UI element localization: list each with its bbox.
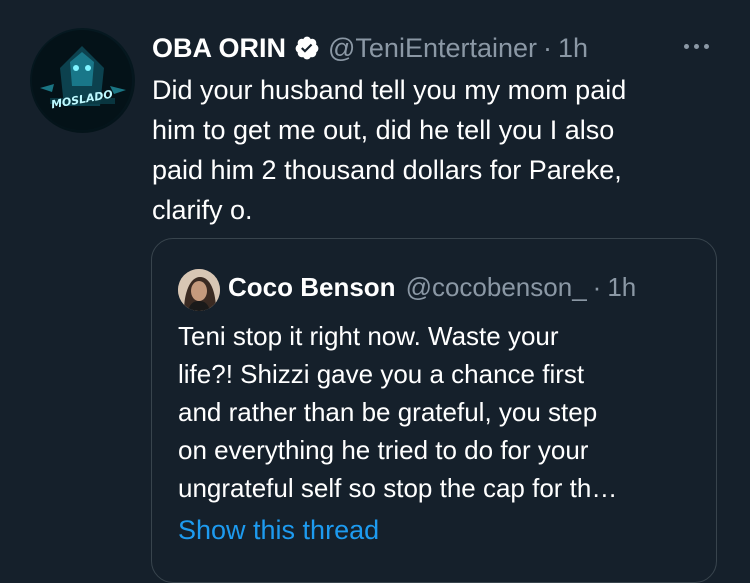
- quoted-author-avatar[interactable]: [178, 269, 220, 311]
- more-dot: [693, 43, 699, 49]
- tweet-text-line: clarify o.: [152, 195, 253, 225]
- tweet-text-line: him to get me out, did he tell you I als…: [152, 115, 615, 145]
- quoted-text-line: on everything he tried to do for your: [178, 435, 589, 465]
- quoted-author-handle[interactable]: @cocobenson_: [406, 272, 587, 303]
- avatar-artwork-icon: MOSLADO: [32, 30, 132, 130]
- quoted-tweet-header: Coco Benson @cocobenson_ · 1h: [228, 269, 636, 305]
- separator-dot: ·: [592, 271, 602, 302]
- author-avatar[interactable]: MOSLADO: [30, 28, 135, 133]
- more-dot: [703, 43, 709, 49]
- tweet-text-line: paid him 2 thousand dollars for Pareke,: [152, 155, 622, 185]
- tweet-text-line: Did your husband tell you my mom paid: [152, 75, 627, 105]
- tweet-timestamp[interactable]: 1h: [558, 33, 588, 64]
- quoted-text-line: Teni stop it right now. Waste your: [178, 321, 559, 351]
- author-handle[interactable]: @TeniEntertainer: [328, 33, 537, 64]
- tweet-header: OBA ORIN @TeniEntertainer · 1h: [152, 30, 588, 66]
- quoted-tweet-card[interactable]: Coco Benson @cocobenson_ · 1h Teni stop …: [151, 238, 717, 583]
- quoted-author-display-name[interactable]: Coco Benson: [228, 272, 396, 303]
- tweet[interactable]: MOSLADO OBA ORIN @TeniEntertainer · 1h D…: [0, 0, 750, 583]
- more-options-icon[interactable]: [676, 34, 716, 58]
- verified-badge-icon: [294, 35, 320, 61]
- show-thread-link[interactable]: Show this thread: [178, 515, 379, 546]
- more-dot: [683, 43, 689, 49]
- quoted-tweet-timestamp[interactable]: 1h: [607, 272, 636, 303]
- author-display-name[interactable]: OBA ORIN: [152, 33, 286, 64]
- quoted-text-line: and rather than be grateful, you step: [178, 397, 598, 427]
- tweet-text: Did your husband tell you my mom paid hi…: [152, 70, 712, 230]
- quoted-text-line: life?! Shizzi gave you a chance first: [178, 359, 585, 389]
- quoted-text-line: ungrateful self so stop the cap for th…: [178, 473, 618, 503]
- quoted-avatar-photo-icon: [178, 269, 220, 311]
- separator-dot: ·: [543, 32, 553, 63]
- quoted-tweet-text: Teni stop it right now. Waste your life?…: [178, 317, 698, 507]
